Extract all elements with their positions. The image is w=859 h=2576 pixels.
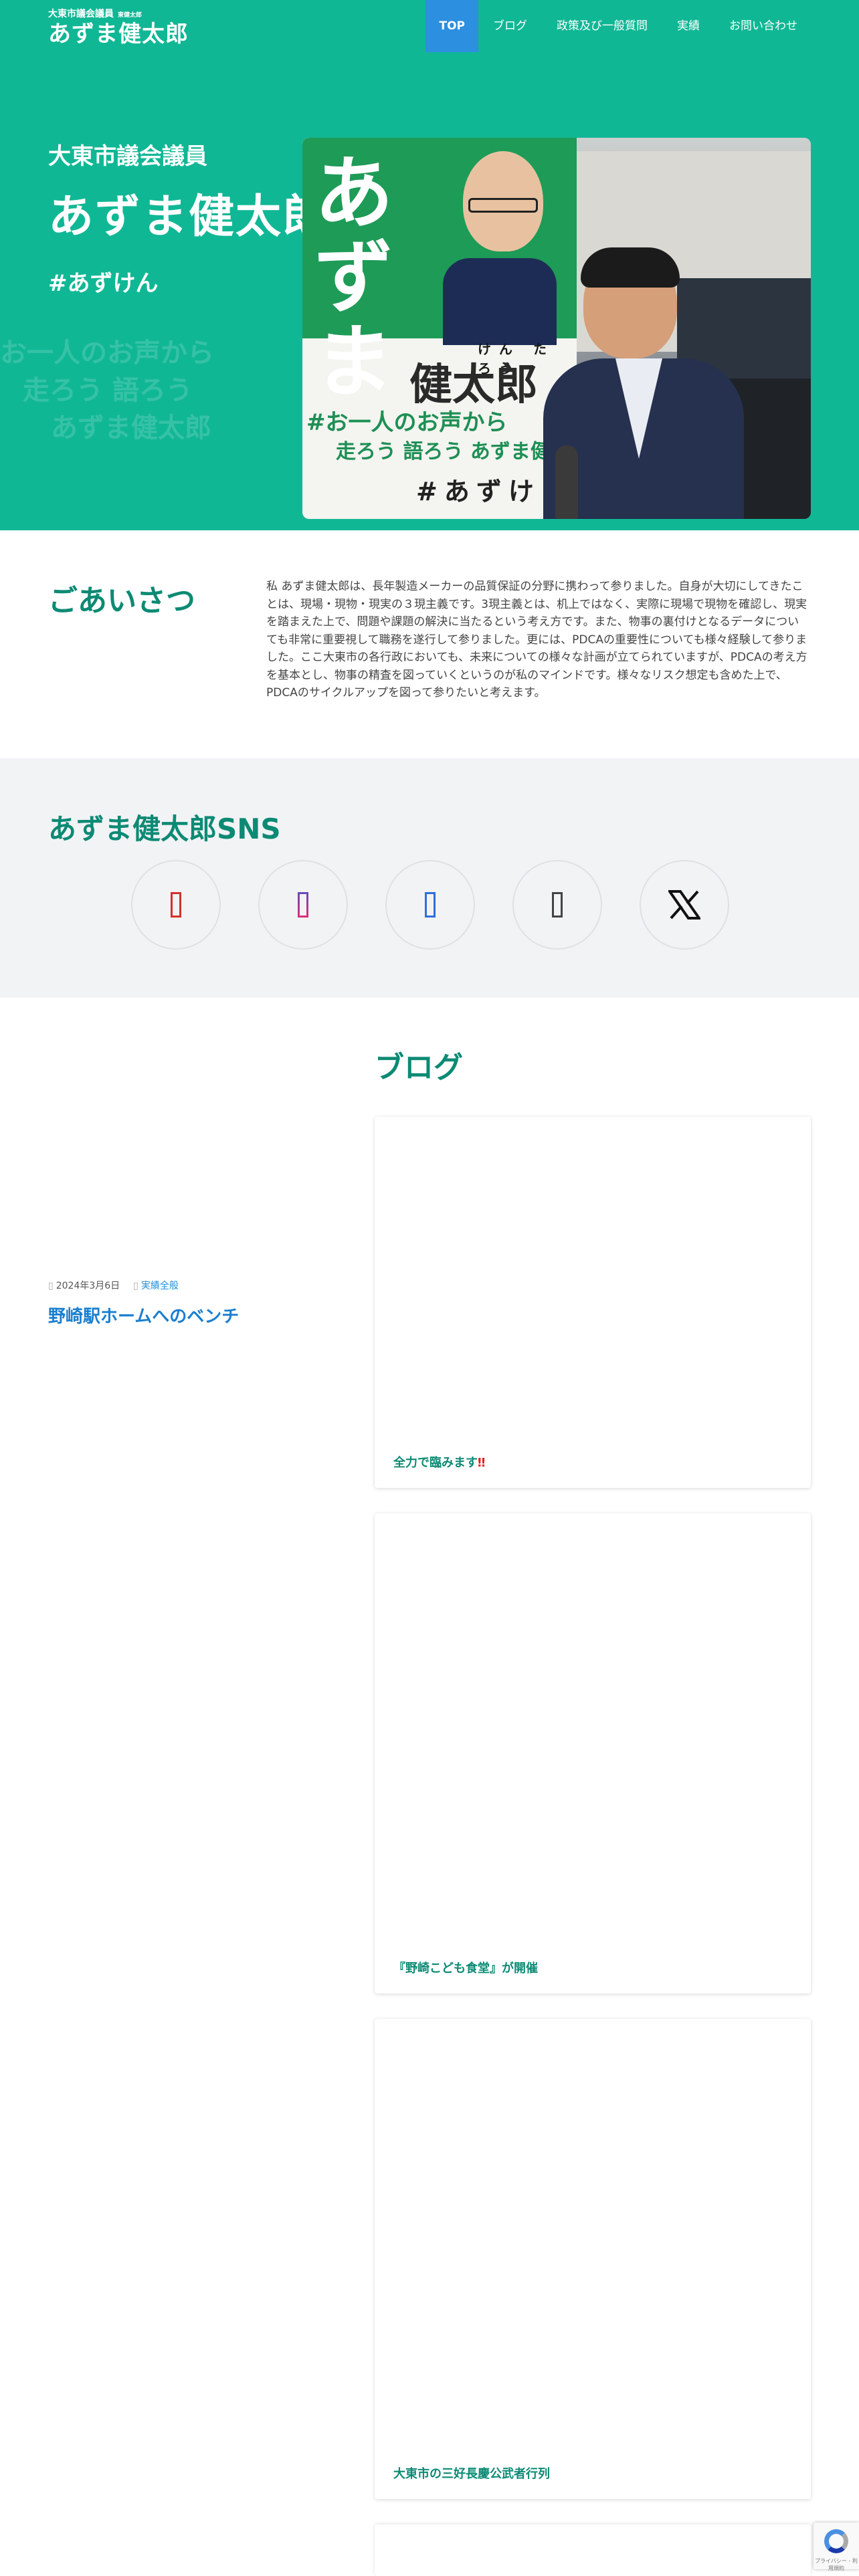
main-nav: TOP ブログ 政策及び一般質問 実績 お問い合わせ (425, 0, 812, 52)
campaign-banner: あずま けん た ろう 健太郎 #お一人のお声から 走ろう 語ろう あずま健太郎… (302, 138, 591, 519)
logo-title: あずま健太郎 (48, 21, 189, 47)
sns-section: あずま健太郎SNS (0, 758, 859, 998)
logo-mini: 東健太郎 (118, 12, 142, 19)
photo-person (543, 247, 744, 519)
youtube-icon (171, 892, 181, 918)
nav-item-achievements[interactable]: 実績 (662, 0, 714, 52)
site-logo[interactable]: 大東市議会議員 東健太郎 あずま健太郎 (48, 8, 189, 47)
greeting-text: 私 あずま健太郎は、長年製造メーカーの品質保証の分野に携わって参りました。自身が… (266, 580, 807, 700)
facebook-link[interactable] (385, 860, 475, 950)
hero-photo: あずま けん た ろう 健太郎 #お一人のお声から 走ろう 語ろう あずま健太郎… (302, 138, 811, 519)
banner-name: 健太郎 (409, 360, 538, 410)
watermark-line: お一人のお声から (0, 338, 214, 368)
blog-title: ブログ (375, 1051, 463, 1085)
banner-vertical-text: あずま (314, 147, 394, 408)
logo-subtitle: 大東市議会議員 東健太郎 (48, 9, 142, 19)
person-hair (581, 247, 680, 288)
blog-card[interactable]: 大東市の三好長慶公武者行列 (375, 2019, 811, 2499)
folder-icon: ▯ (133, 1281, 138, 1291)
hero-role: 大東市議会議員 (48, 143, 207, 170)
instagram-link[interactable] (258, 860, 348, 950)
nav-item-top[interactable]: TOP (425, 0, 478, 52)
blog-card-title: 全力で臨みます‼ (393, 1456, 486, 1470)
sns-links (131, 860, 729, 950)
nav-item-contact[interactable]: お問い合わせ (714, 0, 812, 52)
calendar-icon: ▯ (48, 1281, 54, 1291)
blog-card[interactable] (375, 2525, 811, 2576)
hero-name: あずま健太郎 (48, 191, 330, 243)
recaptcha-label: プライバシー - 利用規約 (815, 2558, 858, 2571)
recaptcha-badge[interactable]: プライバシー - 利用規約 (814, 2523, 859, 2571)
banner-portrait (443, 144, 557, 345)
banner-hashtag: #あずけ (416, 477, 541, 506)
instagram-icon (298, 892, 308, 918)
recaptcha-icon (824, 2529, 848, 2553)
hero-section: 大東市議会議員 あずま健太郎 #あずけん お一人のお声から 走ろう 語ろう あず… (0, 52, 859, 530)
blog-card[interactable]: 『野崎こども食堂』が開催 (375, 1513, 811, 1994)
nav-item-blog[interactable]: ブログ (478, 0, 542, 52)
x-icon (668, 890, 700, 920)
post-date: ▯ 2024年3月6日 (48, 1281, 120, 1291)
post-category[interactable]: ▯ 実績全般 (133, 1279, 179, 1292)
microphone-icon (555, 445, 578, 519)
youtube-link[interactable] (131, 860, 221, 950)
hero-hashtag: #あずけん (48, 270, 159, 297)
site-header: 大東市議会議員 東健太郎 あずま健太郎 TOP ブログ 政策及び一般質問 実績 お… (0, 0, 859, 52)
nav-item-policy[interactable]: 政策及び一般質問 (542, 0, 662, 52)
tiktok-link[interactable] (512, 860, 602, 950)
blog-card-title: 大東市の三好長慶公武者行列 (393, 2467, 550, 2481)
facebook-icon (425, 892, 436, 918)
blog-card-title: 『野崎こども食堂』が開催 (393, 1961, 538, 1975)
featured-post-title[interactable]: 野崎駅ホームへのベンチ (48, 1303, 239, 1327)
featured-post-meta: ▯ 2024年3月6日 ▯ 実績全般 (48, 1279, 179, 1292)
portrait-suit (443, 258, 557, 345)
x-link[interactable] (640, 860, 729, 950)
blog-card[interactable]: 全力で臨みます‼ (375, 1117, 811, 1488)
sns-title: あずま健太郎SNS (48, 813, 281, 845)
greeting-title: ごあいさつ (48, 584, 195, 618)
tiktok-icon (552, 892, 563, 918)
banner-slogan-1: #お一人のお声から (306, 409, 508, 436)
hero-watermark: お一人のお声から 走ろう 語ろう あずま健太郎 (0, 334, 214, 447)
portrait-glasses (468, 198, 538, 213)
watermark-line: あずま健太郎 (51, 413, 211, 443)
watermark-line: 走ろう 語ろう (23, 375, 193, 406)
